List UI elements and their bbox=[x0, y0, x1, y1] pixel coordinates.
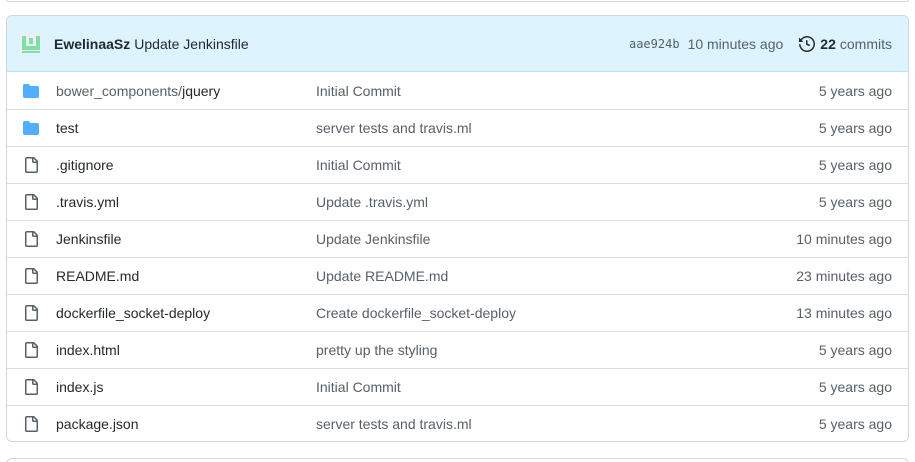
file-commit-age: 13 minutes ago bbox=[796, 305, 892, 321]
file-commit-age: 10 minutes ago bbox=[796, 231, 892, 247]
file-name-link[interactable]: test bbox=[56, 120, 316, 136]
file-icon bbox=[23, 157, 39, 173]
file-browser: EwelinaaSz Update Jenkinsfile aae924b 10… bbox=[6, 15, 909, 442]
file-icon bbox=[23, 379, 39, 395]
file-commit-message-link[interactable]: Initial Commit bbox=[316, 379, 819, 395]
file-name-link[interactable]: .gitignore bbox=[56, 157, 316, 173]
file-row[interactable]: dockerfile_socket-deploy Create dockerfil… bbox=[7, 294, 908, 331]
file-row[interactable]: .travis.yml Update .travis.yml 5 years ago bbox=[7, 183, 908, 220]
file-commit-message-link[interactable]: Create dockerfile_socket-deploy bbox=[316, 305, 796, 321]
file-name-link[interactable]: .travis.yml bbox=[56, 194, 316, 210]
file-name: Jenkinsfile bbox=[56, 231, 122, 247]
identicon-icon bbox=[21, 33, 41, 54]
file-icon bbox=[23, 305, 39, 321]
file-name: README.md bbox=[56, 268, 140, 284]
file-name-link[interactable]: Jenkinsfile bbox=[56, 231, 316, 247]
file-name: .travis.yml bbox=[56, 194, 119, 210]
file-name: index.js bbox=[56, 379, 104, 395]
file-commit-message-link[interactable]: Update README.md bbox=[316, 268, 796, 284]
file-name: .gitignore bbox=[56, 157, 114, 173]
dir-prefix: bower_components/ bbox=[56, 82, 183, 99]
file-row[interactable]: test server tests and travis.ml 5 years ag… bbox=[7, 109, 908, 146]
file-commit-age: 5 years ago bbox=[818, 416, 892, 432]
file-icon bbox=[23, 342, 39, 358]
file-commit-message-link[interactable]: Initial Commit bbox=[316, 157, 819, 173]
file-icon bbox=[23, 416, 39, 432]
file-name: index.html bbox=[56, 342, 120, 358]
file-name: package.json bbox=[56, 416, 139, 432]
file-commit-message-link[interactable]: Update .travis.yml bbox=[316, 194, 819, 210]
file-icon bbox=[23, 231, 39, 247]
file-commit-age: 5 years ago bbox=[818, 342, 892, 358]
file-commit-age: 5 years ago bbox=[818, 120, 892, 136]
file-row[interactable]: package.json server tests and travis.ml 5 … bbox=[7, 405, 908, 441]
file-row[interactable]: index.js Initial Commit 5 years ago bbox=[7, 368, 908, 405]
file-name: dockerfile_socket-deploy bbox=[56, 305, 211, 321]
folder-icon bbox=[23, 83, 39, 99]
file-commit-message-link[interactable]: Update Jenkinsfile bbox=[316, 231, 796, 247]
file-name: test bbox=[56, 120, 79, 136]
commits-history-link[interactable]: 22 commits bbox=[799, 36, 892, 52]
file-commit-message-link[interactable]: Initial Commit bbox=[316, 83, 819, 99]
file-name-link[interactable]: dockerfile_socket-deploy bbox=[56, 305, 316, 321]
file-name-link[interactable]: package.json bbox=[56, 416, 316, 432]
file-name-link[interactable]: index.html bbox=[56, 342, 316, 358]
folder-icon bbox=[23, 120, 39, 136]
file-icon bbox=[23, 268, 39, 284]
file-row[interactable]: .gitignore Initial Commit 5 years ago bbox=[7, 146, 908, 183]
file-commit-age: 5 years ago bbox=[818, 194, 892, 210]
avatar[interactable] bbox=[21, 33, 41, 54]
previous-panel-edge bbox=[6, 0, 909, 2]
commit-count: 22 bbox=[820, 35, 836, 52]
file-commit-age: 5 years ago bbox=[818, 379, 892, 395]
file-icon bbox=[23, 194, 39, 210]
file-row[interactable]: Jenkinsfile Update Jenkinsfile 10 minutes … bbox=[7, 220, 908, 257]
file-name-link[interactable]: bower_components/jquery bbox=[56, 83, 316, 99]
file-commit-age: 23 minutes ago bbox=[796, 268, 892, 284]
file-name-link[interactable]: index.js bbox=[56, 379, 316, 395]
file-commit-age: 5 years ago bbox=[818, 157, 892, 173]
history-icon bbox=[799, 35, 816, 52]
file-row[interactable]: bower_components/jquery Initial Commit 5 y… bbox=[7, 72, 908, 109]
commit-time: 10 minutes ago bbox=[687, 35, 784, 52]
commit-message-link[interactable]: Update Jenkinsfile bbox=[134, 36, 248, 52]
commit-author-link[interactable]: EwelinaaSz bbox=[54, 36, 130, 52]
next-panel-edge bbox=[6, 458, 909, 462]
file-list: bower_components/jquery Initial Commit 5 y… bbox=[7, 72, 908, 441]
file-commit-message-link[interactable]: server tests and travis.ml bbox=[316, 416, 819, 432]
file-row[interactable]: index.html pretty up the styling 5 years a… bbox=[7, 331, 908, 368]
file-commit-age: 5 years ago bbox=[818, 82, 892, 99]
file-row[interactable]: README.md Update README.md 23 minutes ago bbox=[7, 257, 908, 294]
latest-commit-bar: EwelinaaSz Update Jenkinsfile aae924b 10… bbox=[7, 16, 908, 72]
commit-sha-link[interactable]: aae924b bbox=[629, 37, 680, 51]
file-name-link[interactable]: README.md bbox=[56, 268, 316, 284]
commits-label: commits bbox=[839, 35, 892, 52]
file-commit-message-link[interactable]: server tests and travis.ml bbox=[316, 120, 819, 136]
file-commit-message-link[interactable]: pretty up the styling bbox=[316, 342, 819, 358]
file-name: jquery bbox=[182, 82, 221, 99]
